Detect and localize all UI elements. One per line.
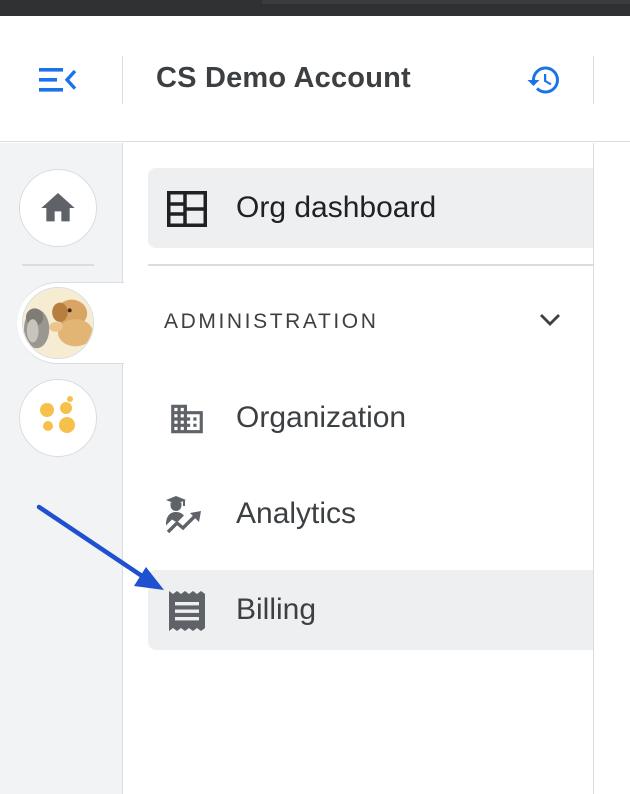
rail-separator bbox=[22, 264, 94, 266]
analytics-icon bbox=[166, 496, 201, 534]
building-icon-wrap bbox=[166, 398, 208, 440]
dashboard-icon-wrap bbox=[166, 188, 208, 230]
nav-org-dashboard[interactable]: Org dashboard bbox=[148, 168, 593, 248]
administration-section-label: ADMINISTRATION bbox=[164, 310, 379, 333]
section-divider bbox=[148, 264, 593, 266]
home-icon bbox=[41, 193, 75, 222]
app-header: CS Demo Account bbox=[0, 16, 630, 142]
nav-org-dashboard-label: Org dashboard bbox=[236, 191, 437, 224]
history-icon bbox=[527, 66, 559, 94]
rail-app-button[interactable] bbox=[19, 379, 97, 457]
main-area-edge bbox=[593, 143, 630, 794]
menu-collapse-icon bbox=[39, 68, 77, 92]
receipt-icon bbox=[169, 591, 205, 631]
receipt-icon-wrap bbox=[166, 590, 208, 632]
history-button[interactable] bbox=[520, 58, 568, 102]
building-icon bbox=[171, 404, 203, 434]
app-rail bbox=[0, 143, 124, 794]
chevron-down-icon bbox=[536, 306, 564, 334]
nav-analytics-label: Analytics bbox=[236, 497, 357, 530]
rail-organization-avatar[interactable] bbox=[22, 287, 94, 359]
browser-tab-edge bbox=[262, 0, 630, 4]
nav-organization[interactable]: Organization bbox=[148, 378, 593, 458]
account-title: CS Demo Account bbox=[156, 62, 411, 94]
menu-collapse-button[interactable] bbox=[30, 60, 86, 100]
dots-app-icon bbox=[40, 396, 75, 433]
header-divider bbox=[122, 56, 123, 104]
nav-billing-label: Billing bbox=[236, 593, 317, 626]
nav-analytics[interactable]: Analytics bbox=[148, 474, 593, 554]
analytics-icon-wrap bbox=[166, 494, 208, 536]
pets-photo-avatar bbox=[23, 288, 93, 358]
rail-home-button[interactable] bbox=[19, 169, 97, 247]
browser-top-strip bbox=[0, 0, 630, 16]
nav-organization-label: Organization bbox=[236, 401, 407, 434]
administration-section-toggle[interactable]: ADMINISTRATION bbox=[148, 290, 593, 352]
header-divider-right bbox=[593, 56, 594, 104]
nav-billing[interactable]: Billing bbox=[148, 570, 593, 650]
dashboard-icon bbox=[167, 191, 207, 227]
